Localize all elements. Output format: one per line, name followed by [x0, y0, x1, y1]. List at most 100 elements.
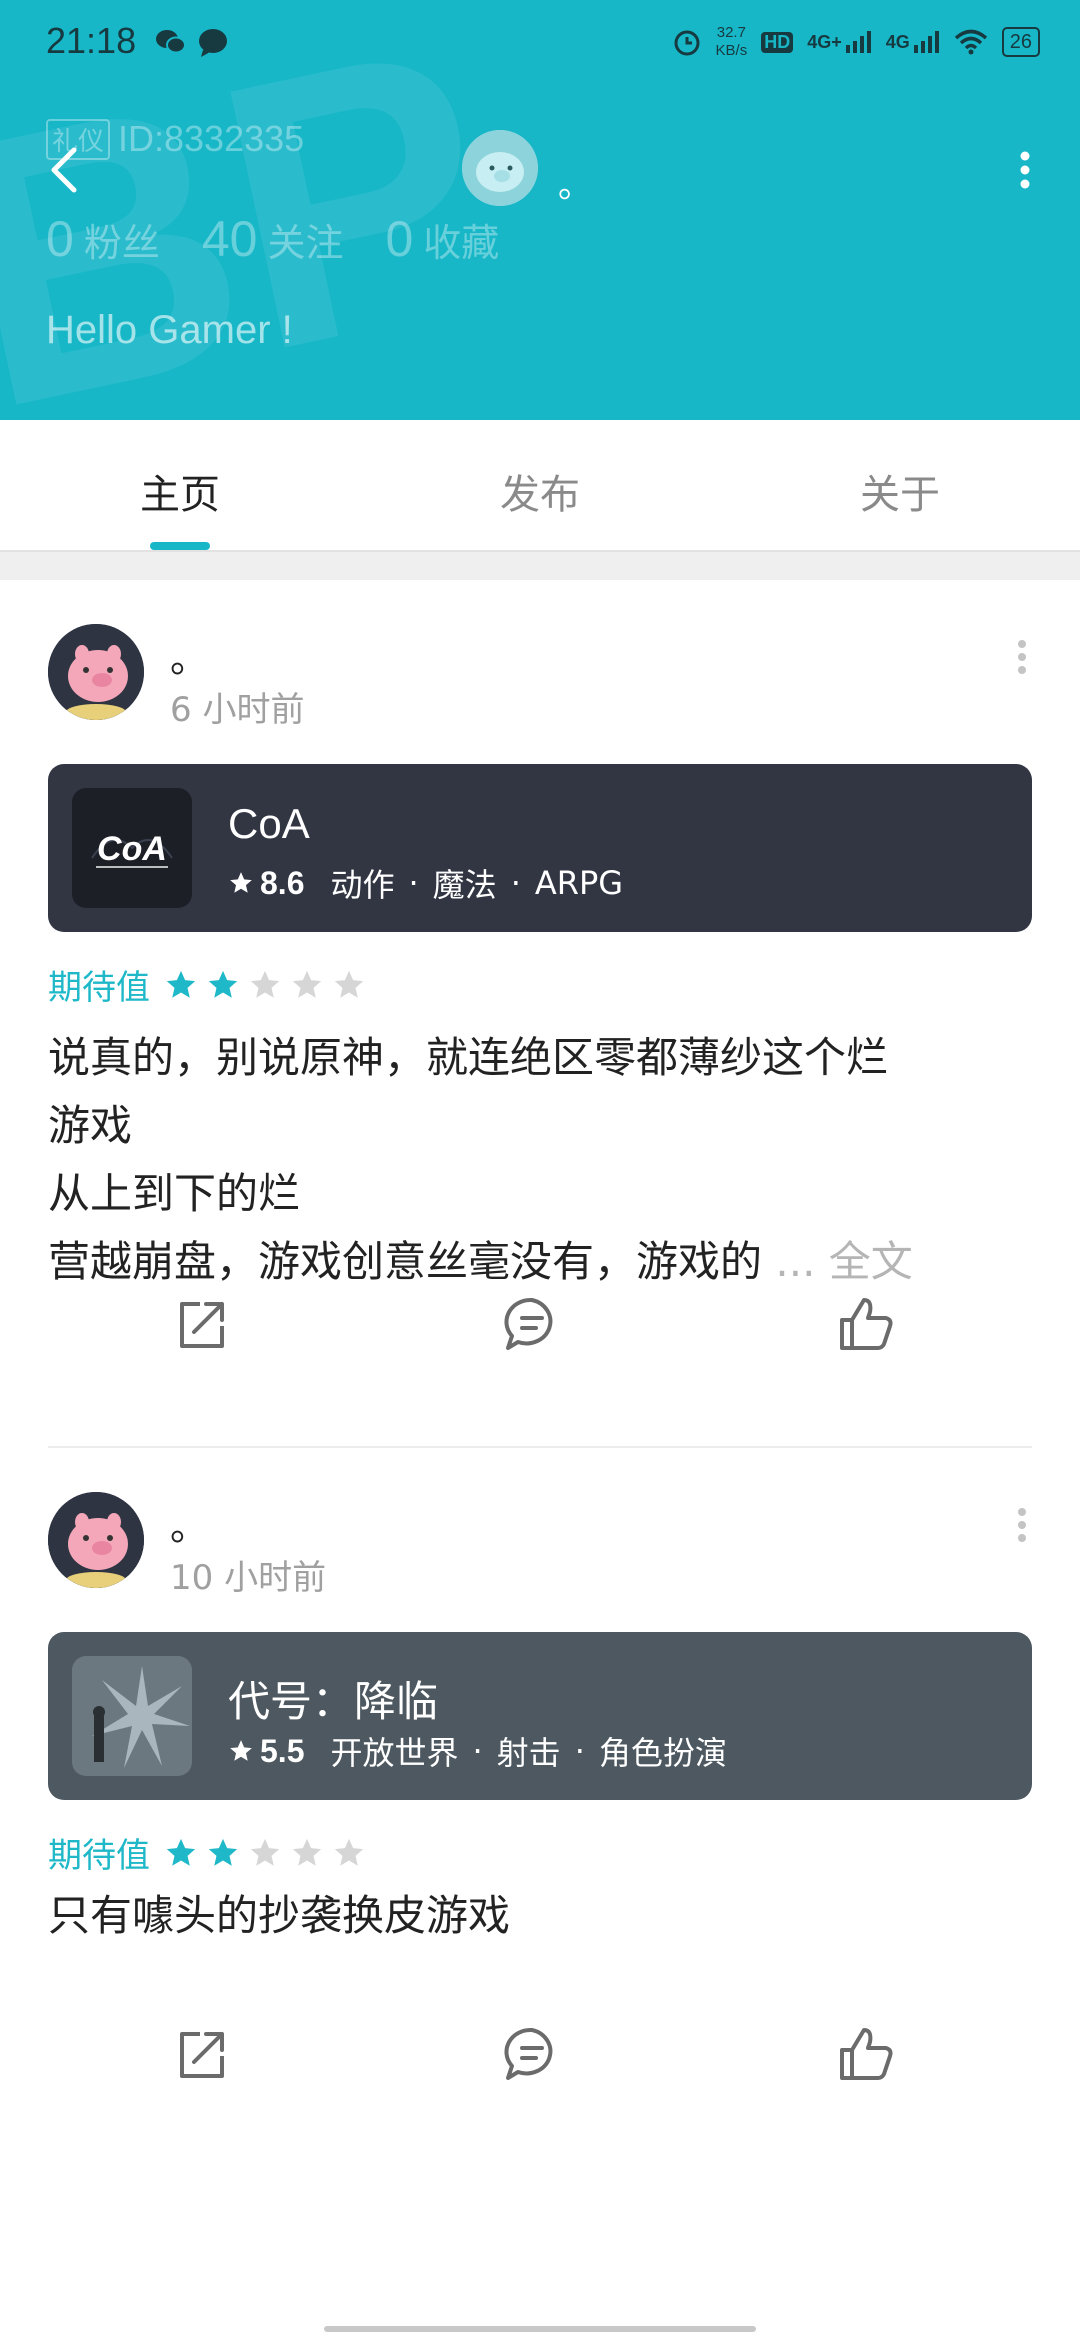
post-actions	[0, 1292, 1080, 1372]
post-author: 。	[170, 637, 209, 681]
post-more-icon[interactable]	[1010, 632, 1034, 682]
post-body[interactable]: 只有噱头的抄袭换皮游戏	[48, 1882, 1038, 1950]
game-cover-icon	[72, 1656, 192, 1776]
game-icon: CoA	[72, 788, 192, 908]
user-id: ID:8332335	[118, 118, 305, 159]
status-bar: 21:18 32.7 KB/s HD 4G+ 4G 26	[0, 20, 1080, 70]
post-text-line: 营越崩盘，游戏创意丝毫没有，游戏的 ... 全文	[48, 1237, 913, 1286]
game-title: CoA	[228, 800, 310, 847]
game-score: 8.6	[260, 864, 305, 901]
battery-indicator: 26	[1001, 27, 1040, 57]
signal-sim1: 4G+	[807, 31, 872, 53]
star-icon	[208, 970, 238, 998]
game-card[interactable]: CoA CoA 8.6 动作 · 魔法 · ARPG	[48, 764, 1032, 932]
star-icon	[166, 1838, 196, 1866]
post-body[interactable]: 说真的，别说原神，就连绝区零都薄纱这个烂 游戏 从上到下的烂 营越崩盘，游戏创意…	[48, 1024, 1038, 1296]
post-item: 。 10 小时前 代号：降临 5.5 开放世界 · 射击 · 角色扮演 期待值	[0, 1448, 1080, 2148]
game-tag: ARPG	[534, 864, 624, 902]
game-tag: 动作	[330, 866, 395, 904]
pig-avatar-icon	[48, 1492, 144, 1588]
hd-badge: HD	[761, 31, 794, 53]
star-icon	[292, 1838, 322, 1866]
post-text-line: 说真的，别说原神，就连绝区零都薄纱这个烂	[48, 1033, 889, 1082]
pig-avatar-icon	[462, 130, 538, 206]
post-actions	[0, 2022, 1080, 2102]
share-icon[interactable]	[170, 2022, 234, 2086]
header-username: 。	[558, 166, 592, 206]
status-time: 21:18	[46, 20, 137, 61]
star-icon	[166, 970, 196, 998]
tab-posts[interactable]: 发布	[360, 420, 720, 550]
rating-row: 期待值	[48, 960, 374, 1009]
signal-icon	[913, 31, 939, 53]
star-icon	[250, 1838, 280, 1866]
ellipsis: ...	[775, 1237, 816, 1286]
status-right: 32.7 KB/s HD 4G+ 4G 26	[672, 24, 1040, 60]
coa-logo-icon: CoA	[72, 788, 192, 908]
comment-icon[interactable]	[500, 1292, 564, 1356]
author-avatar[interactable]	[48, 624, 144, 720]
star-icon	[334, 970, 364, 998]
rating-stars	[164, 1836, 374, 1870]
status-notification-icons	[155, 28, 229, 58]
post-text-line: 只有噱头的抄袭换皮游戏	[48, 1891, 511, 1940]
more-vertical-icon[interactable]	[1010, 140, 1040, 200]
like-icon[interactable]	[834, 2022, 898, 2086]
post-text-line: 从上到下的烂	[48, 1169, 301, 1218]
post-text-line: 游戏	[48, 1101, 133, 1150]
rating-label: 期待值	[48, 968, 150, 1008]
game-tag: 开放世界	[330, 1734, 459, 1772]
post-author: 。	[170, 1505, 209, 1549]
wifi-icon	[954, 29, 987, 55]
game-meta: 5.5 开放世界 · 射击 · 角色扮演	[228, 1728, 727, 1774]
stat-following[interactable]: 40 关注	[202, 210, 344, 268]
post-item: 。 6 小时前 CoA CoA 8.6 动作 · 魔法 · ARPG 期待值 说…	[0, 580, 1080, 1448]
wechat-icon	[156, 30, 186, 54]
star-icon	[292, 970, 322, 998]
signal-icon	[845, 31, 871, 53]
star-icon	[230, 872, 252, 893]
net-speed: 32.7 KB/s	[715, 24, 748, 59]
home-indicator[interactable]	[324, 2326, 756, 2332]
post-time: 10 小时前	[170, 1558, 327, 1598]
game-meta: 8.6 动作 · 魔法 · ARPG	[228, 860, 623, 906]
pig-avatar-icon	[48, 624, 144, 720]
profile-header: BP 21:18 32.7 KB/s HD 4G+ 4G 26 礼仪 ID:83…	[0, 0, 1080, 420]
tab-about[interactable]: 关于	[720, 420, 1080, 550]
author-avatar[interactable]	[48, 1492, 144, 1588]
stat-followers[interactable]: 0 粉丝	[46, 210, 160, 268]
star-icon	[230, 1740, 252, 1761]
tab-active-indicator	[150, 542, 210, 550]
profile-tabs: 主页 发布 关于	[0, 420, 1080, 550]
message-icon	[199, 29, 227, 57]
svg-text:CoA: CoA	[97, 830, 167, 868]
game-title: 代号：降临	[228, 1678, 439, 1725]
game-tag: 射击	[496, 1734, 561, 1772]
rating-row: 期待值	[48, 1828, 374, 1877]
rating-label: 期待值	[48, 1836, 150, 1876]
read-more-link[interactable]: 全文	[829, 1237, 913, 1286]
comment-icon[interactable]	[500, 2022, 564, 2086]
share-icon[interactable]	[170, 1292, 234, 1356]
signal-sim2: 4G	[886, 31, 940, 53]
rating-stars	[164, 968, 374, 1002]
stat-favorites[interactable]: 0 收藏	[385, 210, 499, 268]
game-card[interactable]: 代号：降临 5.5 开放世界 · 射击 · 角色扮演	[48, 1632, 1032, 1800]
game-tag: 魔法	[432, 866, 497, 904]
header-avatar[interactable]	[462, 130, 538, 206]
section-divider	[0, 550, 1080, 580]
post-more-icon[interactable]	[1010, 1500, 1034, 1550]
back-arrow-icon[interactable]	[40, 140, 90, 200]
star-icon	[250, 970, 280, 998]
like-icon[interactable]	[834, 1292, 898, 1356]
star-icon	[334, 1838, 364, 1866]
star-icon	[208, 1838, 238, 1866]
game-score: 5.5	[260, 1732, 305, 1769]
alarm-icon	[674, 30, 700, 56]
game-tag: 角色扮演	[598, 1734, 727, 1772]
profile-stats: 0 粉丝 40 关注 0 收藏	[46, 210, 499, 268]
tab-home[interactable]: 主页	[0, 420, 360, 550]
post-time: 6 小时前	[170, 690, 305, 730]
game-icon	[72, 1656, 192, 1776]
profile-bio: Hello Gamer !	[46, 308, 293, 352]
